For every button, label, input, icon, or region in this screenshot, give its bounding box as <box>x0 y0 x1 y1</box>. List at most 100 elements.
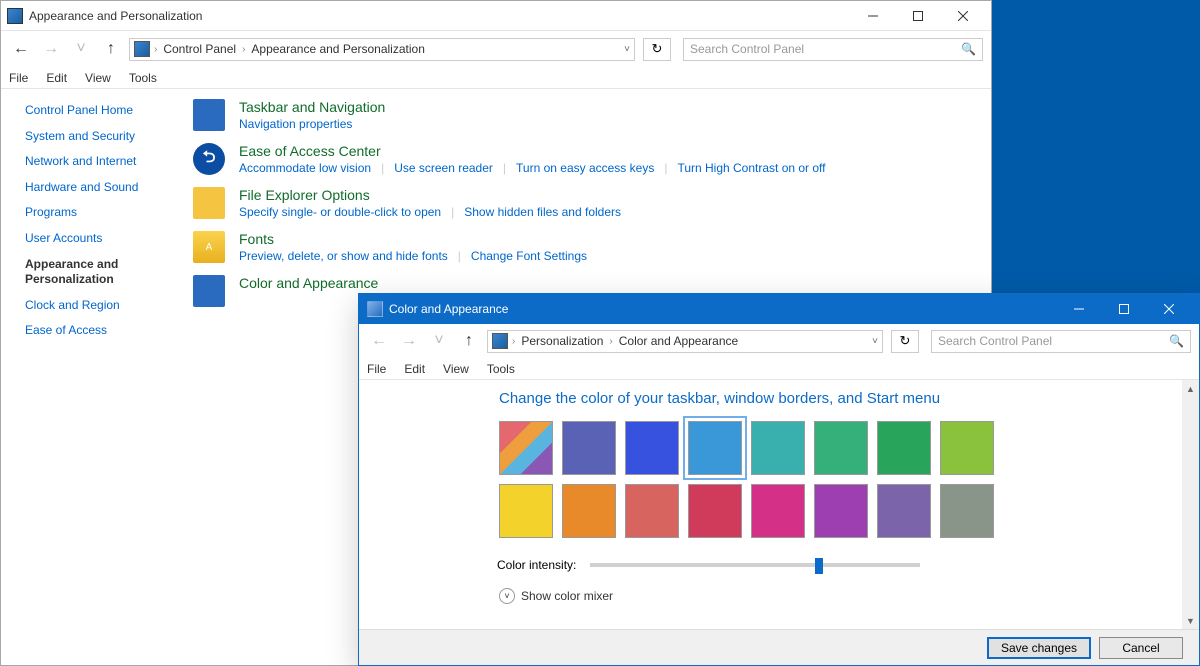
color-swatch[interactable] <box>877 421 931 475</box>
category-icon <box>193 275 225 307</box>
menu-edit[interactable]: Edit <box>46 71 67 85</box>
category-link[interactable]: Turn High Contrast on or off <box>677 161 825 175</box>
category-title[interactable]: Color and Appearance <box>239 275 378 291</box>
up-button[interactable]: ↑ <box>99 37 123 61</box>
menu-tools[interactable]: Tools <box>487 362 515 376</box>
color-swatch[interactable] <box>751 484 805 538</box>
category-icon: A <box>193 231 225 263</box>
left-link-user-accounts[interactable]: User Accounts <box>25 231 173 247</box>
overlay-button-bar: Save changes Cancel <box>359 629 1199 665</box>
crumb-appearance[interactable]: Appearance and Personalization <box>249 42 426 56</box>
left-link-system-and-security[interactable]: System and Security <box>25 129 173 145</box>
color-swatch[interactable] <box>940 421 994 475</box>
category-links: Preview, delete, or show and hide fonts|… <box>239 249 587 263</box>
color-swatch[interactable] <box>940 484 994 538</box>
slider-thumb[interactable] <box>815 558 823 574</box>
category-link[interactable]: Accommodate low vision <box>239 161 371 175</box>
overlay-close-button[interactable] <box>1146 294 1191 324</box>
category-title[interactable]: Fonts <box>239 231 587 247</box>
main-menu-bar: File Edit View Tools <box>1 67 991 89</box>
overlay-address-bar[interactable]: › Personalization › Color and Appearance… <box>487 330 883 353</box>
overlay-refresh-button[interactable]: ↻ <box>891 330 919 353</box>
category-icon: ⮌ <box>193 143 225 175</box>
category-row: A Fonts Preview, delete, or show and hid… <box>193 231 971 263</box>
category-body: File Explorer Options Specify single- or… <box>239 187 621 219</box>
category-title[interactable]: Taskbar and Navigation <box>239 99 385 115</box>
overlay-icon <box>367 301 383 317</box>
category-icon <box>193 187 225 219</box>
category-body: Taskbar and Navigation Navigation proper… <box>239 99 385 131</box>
menu-view[interactable]: View <box>443 362 469 376</box>
overlay-forward-button[interactable]: → <box>397 329 421 353</box>
overlay-search-input[interactable]: Search Control Panel 🔍 <box>931 330 1191 353</box>
left-link-appearance-and-personalization[interactable]: Appearance and Personalization <box>25 257 173 288</box>
main-window-title: Appearance and Personalization <box>29 9 850 23</box>
category-link[interactable]: Show hidden files and folders <box>464 205 621 219</box>
left-link-programs[interactable]: Programs <box>25 205 173 221</box>
left-link-ease-of-access[interactable]: Ease of Access <box>25 323 173 339</box>
menu-view[interactable]: View <box>85 71 111 85</box>
color-swatch[interactable] <box>814 421 868 475</box>
cancel-button[interactable]: Cancel <box>1099 637 1183 659</box>
maximize-button[interactable] <box>895 2 940 30</box>
cp-icon <box>7 8 23 24</box>
close-button[interactable] <box>940 2 985 30</box>
forward-button[interactable]: → <box>39 37 63 61</box>
category-link[interactable]: Use screen reader <box>394 161 493 175</box>
color-swatch[interactable] <box>625 421 679 475</box>
category-row: ⮌ Ease of Access Center Accommodate low … <box>193 143 971 175</box>
overlay-crumb-personalization[interactable]: Personalization <box>519 334 605 348</box>
overlay-back-button[interactable]: ← <box>367 329 391 353</box>
overlay-maximize-button[interactable] <box>1101 294 1146 324</box>
overlay-address-dropdown-icon[interactable]: ˅ <box>872 336 878 347</box>
category-links: Accommodate low vision|Use screen reader… <box>239 161 826 175</box>
category-link[interactable]: Specify single- or double-click to open <box>239 205 441 219</box>
left-link-clock-and-region[interactable]: Clock and Region <box>25 298 173 314</box>
color-swatch[interactable] <box>751 421 805 475</box>
menu-tools[interactable]: Tools <box>129 71 157 85</box>
search-input[interactable]: Search Control Panel 🔍 <box>683 38 983 61</box>
category-title[interactable]: Ease of Access Center <box>239 143 826 159</box>
intensity-slider[interactable] <box>590 563 920 567</box>
color-swatch[interactable] <box>499 484 553 538</box>
overlay-titlebar: Color and Appearance <box>359 294 1199 324</box>
menu-file[interactable]: File <box>9 71 28 85</box>
crumb-sep-icon: › <box>609 336 612 347</box>
color-swatch[interactable] <box>814 484 868 538</box>
minimize-button[interactable] <box>850 2 895 30</box>
overlay-recent-dropdown[interactable]: ˅ <box>427 329 451 353</box>
category-link[interactable]: Turn on easy access keys <box>516 161 654 175</box>
left-link-network-and-internet[interactable]: Network and Internet <box>25 154 173 170</box>
category-link[interactable]: Preview, delete, or show and hide fonts <box>239 249 448 263</box>
crumb-control-panel[interactable]: Control Panel <box>161 42 238 56</box>
address-bar[interactable]: › Control Panel › Appearance and Persona… <box>129 38 635 61</box>
overlay-menu-bar: File Edit View Tools <box>359 358 1199 380</box>
category-title[interactable]: File Explorer Options <box>239 187 621 203</box>
address-dropdown-icon[interactable]: ˅ <box>624 44 630 55</box>
color-mixer-toggle[interactable]: ˅ Show color mixer <box>499 588 1183 604</box>
scroll-down-icon[interactable]: ▼ <box>1182 612 1199 629</box>
menu-file[interactable]: File <box>367 362 386 376</box>
overlay-crumb-color[interactable]: Color and Appearance <box>617 334 740 348</box>
left-link-hardware-and-sound[interactable]: Hardware and Sound <box>25 180 173 196</box>
menu-edit[interactable]: Edit <box>404 362 425 376</box>
back-button[interactable]: ← <box>9 37 33 61</box>
color-swatch[interactable] <box>562 421 616 475</box>
color-swatch[interactable] <box>877 484 931 538</box>
refresh-button[interactable]: ↻ <box>643 38 671 61</box>
vertical-scrollbar[interactable]: ▲ ▼ <box>1182 380 1199 629</box>
save-changes-button[interactable]: Save changes <box>987 637 1091 659</box>
color-swatch[interactable] <box>688 484 742 538</box>
category-link[interactable]: Change Font Settings <box>471 249 587 263</box>
color-swatch[interactable] <box>499 421 553 475</box>
scroll-up-icon[interactable]: ▲ <box>1182 380 1199 397</box>
recent-dropdown[interactable]: ˅ <box>69 37 93 61</box>
overlay-minimize-button[interactable] <box>1056 294 1101 324</box>
overlay-up-button[interactable]: ↑ <box>457 329 481 353</box>
color-swatch[interactable] <box>625 484 679 538</box>
category-link[interactable]: Navigation properties <box>239 117 352 131</box>
left-link-control-panel-home[interactable]: Control Panel Home <box>25 103 173 119</box>
color-swatch[interactable] <box>562 484 616 538</box>
color-swatch[interactable] <box>688 421 742 475</box>
color-appearance-window: Color and Appearance ← → ˅ ↑ › Personali… <box>358 293 1200 666</box>
